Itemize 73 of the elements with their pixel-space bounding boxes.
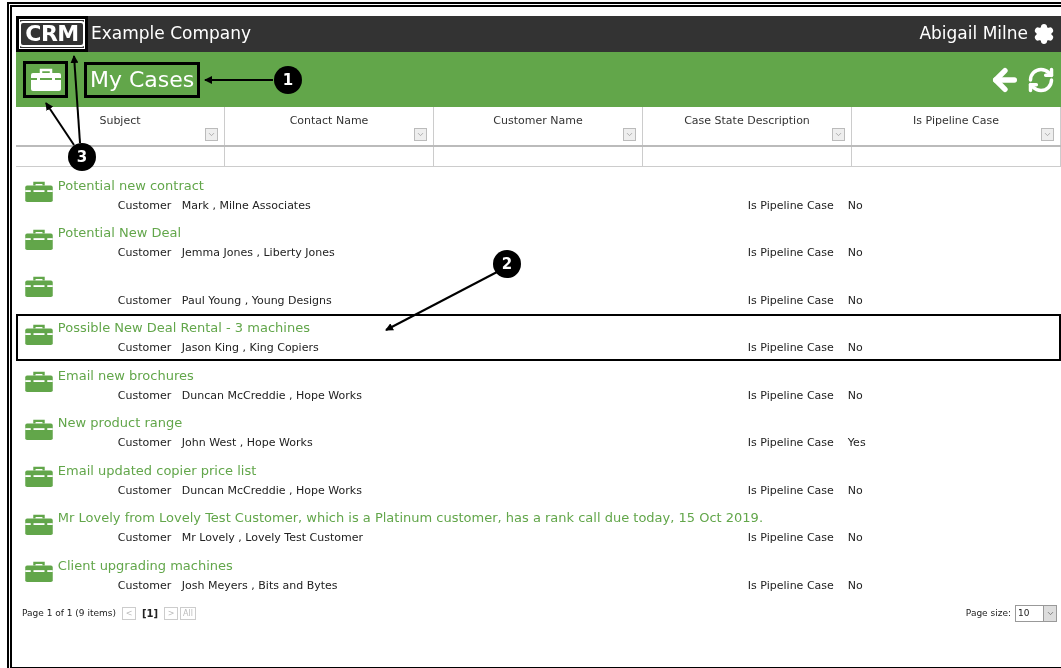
field-label: Customer: [117, 340, 173, 357]
previous-page-button[interactable]: <: [122, 607, 136, 620]
field-label: Is Pipeline Case: [747, 482, 835, 499]
field-value: No: [847, 387, 863, 404]
user-name: Abigail Milne: [919, 22, 1028, 46]
field-value: No: [847, 577, 863, 594]
filter-dropdown-icon[interactable]: [205, 128, 218, 141]
field-value: Jemma Jones , Liberty Jones: [181, 245, 336, 262]
filter-dropdown-icon[interactable]: [832, 128, 845, 141]
field-label: Is Pipeline Case: [747, 387, 835, 404]
field-label: Is Pipeline Case: [747, 435, 835, 452]
page-number-button[interactable]: [1]: [142, 606, 159, 621]
field-value: No: [847, 197, 863, 214]
page-size-select[interactable]: 10: [1015, 605, 1057, 622]
field-label: Is Pipeline Case: [747, 577, 835, 594]
column-header[interactable]: Subject: [16, 107, 225, 145]
company-name: Example Company: [91, 22, 252, 46]
field-value: Duncan McCreddie , Hope Works: [181, 482, 363, 499]
callout-tooltip: 3: [68, 143, 96, 171]
field-label: Customer: [117, 245, 173, 262]
field-label: Is Pipeline Case: [747, 340, 835, 357]
field-value: John West , Hope Works: [181, 435, 314, 452]
case-subject[interactable]: Email updated copier price list: [57, 460, 257, 480]
case-subject[interactable]: Potential new contract: [57, 175, 204, 195]
next-page-button[interactable]: >: [164, 607, 179, 620]
field-label: Customer: [117, 435, 173, 452]
arrow: [204, 76, 274, 84]
field-label: Is Pipeline Case: [747, 530, 835, 547]
callout-tooltip: 2: [493, 250, 521, 278]
case-subject[interactable]: Potential New Deal: [57, 223, 182, 243]
field-value: No: [847, 482, 863, 499]
field-label: Is Pipeline Case: [747, 197, 835, 214]
logo: CRM: [16, 16, 88, 52]
filter-dropdown-icon[interactable]: [623, 128, 636, 141]
field-value: Yes: [847, 435, 866, 452]
field-value: Mr Lovely , Lovely Test Customer: [181, 530, 364, 547]
field-label: Customer: [117, 197, 173, 214]
field-value: Paul Young , Young Designs: [181, 292, 333, 309]
briefcase-icon: [24, 323, 54, 346]
field-value: Duncan McCreddie , Hope Works: [181, 387, 363, 404]
filter-dropdown-icon[interactable]: [414, 128, 427, 141]
filter-dropdown-icon[interactable]: [1041, 128, 1054, 141]
page-size-label: Page size:: [965, 606, 1011, 620]
case-subject[interactable]: New product range: [57, 413, 183, 433]
case-subject[interactable]: Mr Lovely from Lovely Test Customer, which is a Platinum customer, has a rank call due today, 15 Oct 2019.: [57, 508, 763, 528]
refresh-icon[interactable]: [1027, 65, 1055, 94]
case-subject[interactable]: Client upgrading machines: [57, 555, 233, 575]
field-value: Mark , Milne Associates: [181, 197, 312, 214]
field-value: Jason King , King Copiers: [181, 340, 320, 357]
case-subject[interactable]: Email new brochures: [57, 365, 194, 385]
page-title: My Cases: [84, 61, 201, 98]
field-label: Customer: [117, 482, 173, 499]
field-label: Customer: [117, 387, 173, 404]
field-value: No: [847, 245, 863, 262]
pager-summary: Page 1 of 1 (9 items): [22, 606, 116, 620]
column-header[interactable]: Is Pipeline Case: [852, 107, 1061, 145]
field-label: Customer: [117, 292, 173, 309]
all-pages-button[interactable]: All: [180, 607, 197, 620]
field-value: Josh Meyers , Bits and Bytes: [181, 577, 339, 594]
field-label: Customer: [117, 577, 173, 594]
column-header[interactable]: Contact Name: [225, 107, 434, 145]
settings-icon[interactable]: [1033, 23, 1055, 45]
field-value: No: [847, 292, 863, 309]
field-label: Customer: [117, 530, 173, 547]
field-value: No: [847, 340, 863, 357]
field-label: Is Pipeline Case: [747, 292, 835, 309]
field-value: No: [847, 530, 863, 547]
column-header[interactable]: Customer Name: [434, 107, 643, 145]
briefcase-button[interactable]: [23, 61, 68, 98]
column-header[interactable]: Case State Description: [643, 107, 852, 145]
field-label: Is Pipeline Case: [747, 245, 835, 262]
briefcase-icon: [29, 67, 62, 92]
case-subject[interactable]: Possible New Deal Rental - 3 machines: [57, 318, 310, 338]
